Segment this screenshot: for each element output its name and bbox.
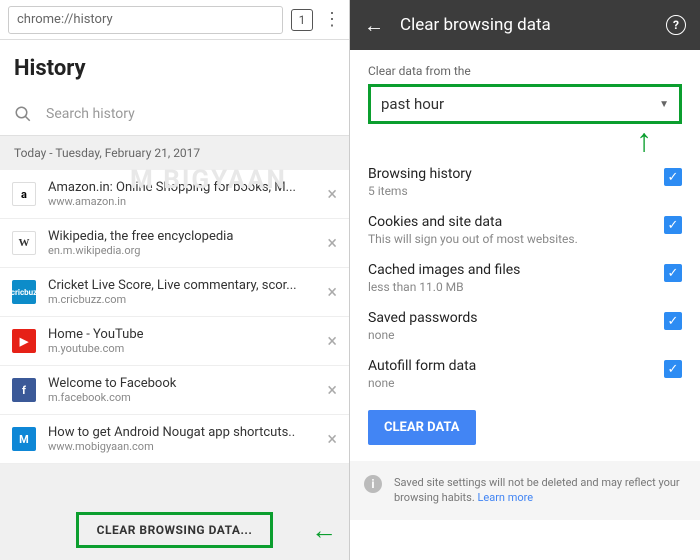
options-list: Browsing history5 items✓Cookies and site… xyxy=(368,158,682,398)
clear-option[interactable]: Browsing history 5 items ✓ xyxy=(368,158,682,206)
history-item-title: Welcome to Facebook xyxy=(48,376,323,391)
clear-browsing-data-button[interactable]: CLEAR BROWSING DATA... xyxy=(76,512,274,548)
search-icon xyxy=(14,105,32,123)
url-bar: 1 ⋮ xyxy=(0,0,349,40)
clear-data-button[interactable]: CLEAR DATA xyxy=(368,410,476,445)
help-icon[interactable]: ? xyxy=(666,15,686,35)
option-subtitle: less than 11.0 MB xyxy=(368,280,656,294)
close-icon[interactable]: × xyxy=(323,282,341,303)
favicon: f xyxy=(12,378,36,402)
option-subtitle: 5 items xyxy=(368,184,656,198)
favicon: cricbuz xyxy=(12,280,36,304)
history-item-url: m.facebook.com xyxy=(48,391,323,404)
option-title: Autofill form data xyxy=(368,358,656,374)
history-item-title: Wikipedia, the free encyclopedia xyxy=(48,229,323,244)
date-header: Today - Tuesday, February 21, 2017 xyxy=(0,136,349,170)
checkbox-checked[interactable]: ✓ xyxy=(664,168,682,186)
close-icon[interactable]: × xyxy=(323,331,341,352)
close-icon[interactable]: × xyxy=(323,429,341,450)
history-item-url: www.mobigyaan.com xyxy=(48,440,323,453)
tab-switcher[interactable]: 1 xyxy=(291,9,313,31)
history-item[interactable]: f Welcome to Facebookm.facebook.com× xyxy=(0,366,349,415)
toolbar: ← Clear browsing data ? xyxy=(350,0,700,50)
option-subtitle: This will sign you out of most websites. xyxy=(368,232,656,246)
close-icon[interactable]: × xyxy=(323,233,341,254)
history-item[interactable]: W Wikipedia, the free encyclopediaen.m.wi… xyxy=(0,219,349,268)
history-panel: 1 ⋮ History Search history M BIGYAAN Tod… xyxy=(0,0,350,560)
clear-option[interactable]: Cached images and files less than 11.0 MB… xyxy=(368,254,682,302)
option-title: Browsing history xyxy=(368,166,656,182)
footer-text: Saved site settings will not be deleted … xyxy=(394,476,680,504)
history-list: a Amazon.in: Online Shopping for books, M… xyxy=(0,170,349,464)
search-placeholder: Search history xyxy=(46,106,135,122)
checkbox-checked[interactable]: ✓ xyxy=(664,312,682,330)
clear-data-panel: ← Clear browsing data ? Clear data from … xyxy=(350,0,700,560)
option-subtitle: none xyxy=(368,328,656,342)
option-title: Cookies and site data xyxy=(368,214,656,230)
option-subtitle: none xyxy=(368,376,656,390)
history-item[interactable]: M How to get Android Nougat app shortcuts… xyxy=(0,415,349,464)
clear-option[interactable]: Cookies and site data This will sign you … xyxy=(368,206,682,254)
history-item[interactable]: a Amazon.in: Online Shopping for books, M… xyxy=(0,170,349,219)
info-icon: i xyxy=(364,475,382,493)
range-label: Clear data from the xyxy=(368,64,682,78)
page-title: History xyxy=(0,40,349,93)
history-item-title: Cricket Live Score, Live commentary, sco… xyxy=(48,278,323,293)
close-icon[interactable]: × xyxy=(323,184,341,205)
favicon: W xyxy=(12,231,36,255)
learn-more-link[interactable]: Learn more xyxy=(477,491,533,504)
time-range-value: past hour xyxy=(381,95,444,113)
back-icon[interactable]: ← xyxy=(364,13,384,38)
option-title: Cached images and files xyxy=(368,262,656,278)
clear-option[interactable]: Autofill form data none ✓ xyxy=(368,350,682,398)
url-input[interactable] xyxy=(8,6,283,34)
close-icon[interactable]: × xyxy=(323,380,341,401)
toolbar-title: Clear browsing data xyxy=(400,15,666,35)
favicon: a xyxy=(12,182,36,206)
more-icon[interactable]: ⋮ xyxy=(323,9,341,30)
checkbox-checked[interactable]: ✓ xyxy=(664,264,682,282)
history-item-url: m.youtube.com xyxy=(48,342,323,355)
history-item-url: www.amazon.in xyxy=(48,195,323,208)
history-item-title: How to get Android Nougat app shortcuts.… xyxy=(48,425,323,440)
checkbox-checked[interactable]: ✓ xyxy=(664,360,682,378)
time-range-dropdown[interactable]: past hour ▼ xyxy=(368,84,682,124)
search-history[interactable]: Search history xyxy=(0,93,349,136)
annotation-arrow-up: ↑ xyxy=(368,128,682,152)
history-item[interactable]: ▶ Home - YouTubem.youtube.com× xyxy=(0,317,349,366)
history-item-url: m.cricbuzz.com xyxy=(48,293,323,306)
clear-option[interactable]: Saved passwords none ✓ xyxy=(368,302,682,350)
history-item-url: en.m.wikipedia.org xyxy=(48,244,323,257)
footer-note: i Saved site settings will not be delete… xyxy=(350,461,700,520)
favicon: M xyxy=(12,427,36,451)
history-item-title: Home - YouTube xyxy=(48,327,323,342)
annotation-arrow: ← xyxy=(311,515,337,546)
chevron-down-icon: ▼ xyxy=(659,99,669,110)
history-item[interactable]: cricbuz Cricket Live Score, Live commenta… xyxy=(0,268,349,317)
option-title: Saved passwords xyxy=(368,310,656,326)
checkbox-checked[interactable]: ✓ xyxy=(664,216,682,234)
favicon: ▶ xyxy=(12,329,36,353)
history-item-title: Amazon.in: Online Shopping for books, M.… xyxy=(48,180,323,195)
